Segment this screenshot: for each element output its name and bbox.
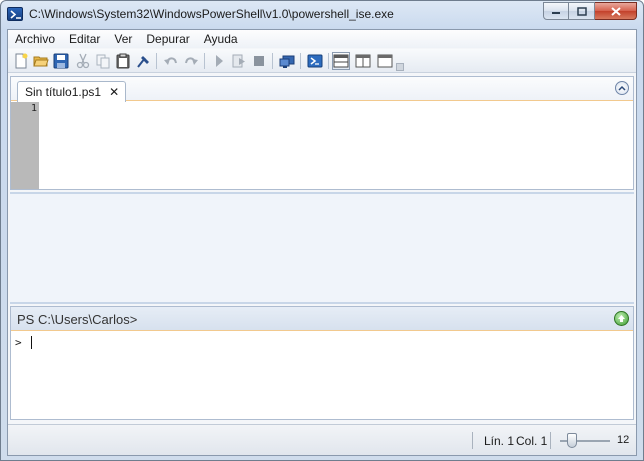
new-file-button[interactable]: [12, 52, 30, 70]
minimize-button[interactable]: [543, 2, 569, 20]
minimize-icon: [552, 12, 560, 14]
toolbar-separator: [156, 53, 157, 69]
undo-button[interactable]: [162, 52, 180, 70]
client-area: Archivo Editar Ver Depurar Ayuda Sin tít…: [7, 29, 637, 456]
layout-maximized-icon: [377, 54, 393, 68]
copy-button[interactable]: [94, 52, 112, 70]
save-icon: [53, 53, 69, 69]
title-bar[interactable]: C:\Windows\System32\WindowsPowerShell\v1…: [1, 1, 643, 29]
toolbar-separator: [300, 53, 301, 69]
command-input[interactable]: >: [11, 332, 633, 419]
open-folder-icon: [33, 56, 49, 67]
powershell-prompt: PS C:\Users\Carlos>: [17, 312, 138, 327]
menu-archivo[interactable]: Archivo: [8, 30, 62, 48]
menu-ver[interactable]: Ver: [107, 30, 139, 48]
cut-button[interactable]: [74, 52, 92, 70]
script-tab-strip: Sin título1.ps1 ✕: [11, 77, 633, 102]
maximize-button[interactable]: [569, 2, 595, 20]
redo-icon: [185, 57, 198, 65]
run-command-button[interactable]: [614, 311, 629, 326]
layout-top-button[interactable]: [332, 52, 350, 70]
powershell-console-icon: [307, 54, 323, 68]
powershell-ise-window: C:\Windows\System32\WindowsPowerShell\v1…: [0, 0, 644, 461]
remote-session-button[interactable]: [278, 52, 296, 70]
status-separator: [550, 432, 551, 449]
status-separator: [472, 432, 473, 449]
layout-top-icon: [333, 54, 349, 68]
script-editor[interactable]: 1: [11, 102, 633, 189]
paste-icon: [116, 53, 130, 69]
remote-session-icon: [279, 55, 295, 68]
line-number: 1: [30, 103, 37, 114]
collapse-script-pane-button[interactable]: [615, 81, 629, 95]
script-pane: Sin título1.ps1 ✕ 1: [10, 76, 634, 190]
zoom-level: 12: [617, 434, 630, 446]
powershell-console-button[interactable]: [306, 52, 324, 70]
clear-button[interactable]: [134, 52, 152, 70]
script-tab[interactable]: Sin título1.ps1 ✕: [17, 81, 127, 102]
undo-icon: [164, 57, 177, 65]
maximize-icon: [576, 6, 587, 16]
input-prompt: >: [15, 336, 22, 349]
copy-icon: [96, 54, 110, 69]
command-pane-header: PS C:\Users\Carlos>: [11, 307, 633, 331]
status-bar: Lín. 1 Col. 1 12: [8, 424, 636, 455]
caption-buttons: [543, 2, 637, 20]
line-number-gutter: 1: [11, 102, 39, 189]
cursor-line: Lín. 1: [484, 434, 515, 448]
script-tab-label: Sin título1.ps1: [25, 85, 102, 99]
layout-right-button[interactable]: [354, 52, 372, 70]
output-pane[interactable]: [10, 192, 634, 304]
paste-button[interactable]: [114, 52, 132, 70]
text-caret: [31, 336, 32, 349]
menu-editar[interactable]: Editar: [62, 30, 107, 48]
redo-button[interactable]: [182, 52, 200, 70]
chevron-up-icon: [618, 85, 626, 91]
run-script-button[interactable]: [210, 52, 228, 70]
stop-icon: [254, 56, 264, 66]
menu-depurar[interactable]: Depurar: [139, 30, 196, 48]
cursor-column: Col. 1: [516, 434, 548, 448]
powershell-app-icon: [7, 7, 23, 21]
menu-bar: Archivo Editar Ver Depurar Ayuda: [8, 30, 636, 48]
save-button[interactable]: [52, 52, 70, 70]
open-button[interactable]: [32, 52, 50, 70]
close-button[interactable]: [595, 2, 637, 20]
toolbar-separator: [204, 53, 205, 69]
menu-ayuda[interactable]: Ayuda: [197, 30, 245, 48]
tab-close-icon[interactable]: ✕: [109, 85, 119, 99]
close-icon: [610, 6, 621, 16]
arrow-up-icon: [618, 315, 625, 322]
new-file-icon: [15, 53, 28, 69]
zoom-slider-thumb[interactable]: [567, 433, 577, 448]
toolbar-grip-icon[interactable]: [396, 63, 404, 71]
run-selection-icon: [232, 54, 245, 68]
toolbar-separator: [272, 53, 273, 69]
clear-icon: [137, 56, 149, 68]
window-title: C:\Windows\System32\WindowsPowerShell\v1…: [29, 7, 394, 21]
toolbar-separator: [328, 53, 329, 69]
run-icon: [216, 55, 223, 67]
run-selection-button[interactable]: [230, 52, 248, 70]
toolbar: [8, 49, 636, 73]
layout-right-icon: [355, 54, 371, 68]
layout-maximized-button[interactable]: [376, 52, 394, 70]
cut-icon: [76, 53, 90, 69]
command-pane: PS C:\Users\Carlos> >: [10, 306, 634, 420]
stop-button[interactable]: [250, 52, 268, 70]
